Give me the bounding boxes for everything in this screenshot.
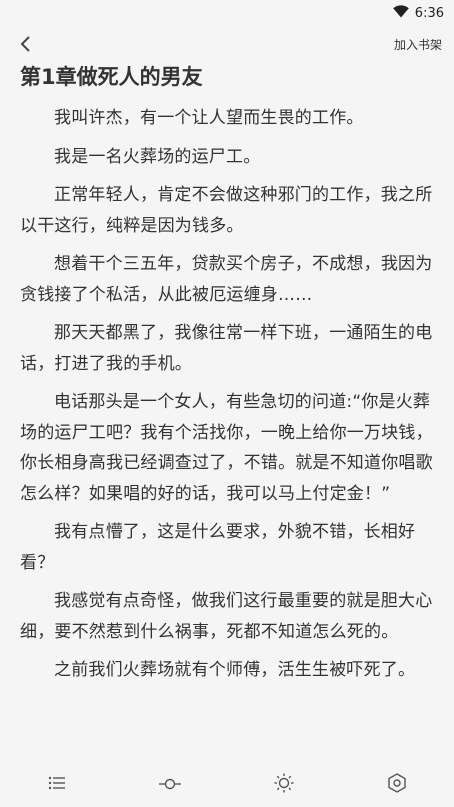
- status-bar: 6:36: [0, 0, 454, 26]
- top-bar: 加入书架: [0, 26, 454, 64]
- back-button[interactable]: [12, 32, 40, 60]
- settings-icon: [387, 773, 407, 797]
- chapter-content[interactable]: 我叫许杰，有一个让人望而生畏的工作。 我是一名火葬场的运尸工。 正常年轻人，肯定…: [20, 103, 436, 763]
- paragraph: 我是一名火葬场的运尸工。: [54, 146, 261, 167]
- progress-icon: [159, 776, 182, 795]
- bottom-toolbar: [0, 763, 454, 807]
- paragraph: 想着干个三五年，贷款买个房子，不成想，我因为贪钱接了个私活，从此被厄运缠身……: [20, 254, 433, 305]
- brightness-button[interactable]: [264, 765, 304, 805]
- paragraph: 我感觉有点奇怪，做我们这行最重要的就是胆大心细，要不然惹到什么祸事，死都不知道怎…: [20, 591, 433, 642]
- paragraph: 我叫许杰，有一个让人望而生畏的工作。: [54, 108, 364, 128]
- add-to-shelf-button[interactable]: 加入书架: [394, 36, 442, 53]
- paragraph: 正常年轻人，肯定不会做这种邪门的工作，我之所以干这行，纯粹是因为钱多。: [20, 185, 433, 236]
- settings-button[interactable]: [377, 765, 417, 805]
- paragraph: 之前我们火葬场就有个师傅，活生生被吓死了。: [54, 660, 416, 680]
- chapter-title: 第1章做死人的男友: [20, 65, 203, 89]
- menu-list-icon: [48, 775, 66, 795]
- paragraph: 电话那头是一个女人，有些急切的问道:“你是火葬场的运尸工吧？我有个活找你，一晚上…: [20, 392, 433, 504]
- paragraph: 我有点懵了，这是什么要求，外貌不错，长相好看？: [20, 522, 416, 573]
- wifi-icon: [392, 4, 409, 22]
- status-time: 6:36: [414, 5, 444, 21]
- brightness-icon: [274, 773, 294, 797]
- catalog-button[interactable]: [37, 765, 77, 805]
- paragraph: 那天天都黑了，我像往常一样下班，一通陌生的电话，打进了我的手机。: [20, 323, 433, 374]
- progress-button[interactable]: [150, 765, 190, 805]
- chevron-left-icon: [19, 35, 33, 57]
